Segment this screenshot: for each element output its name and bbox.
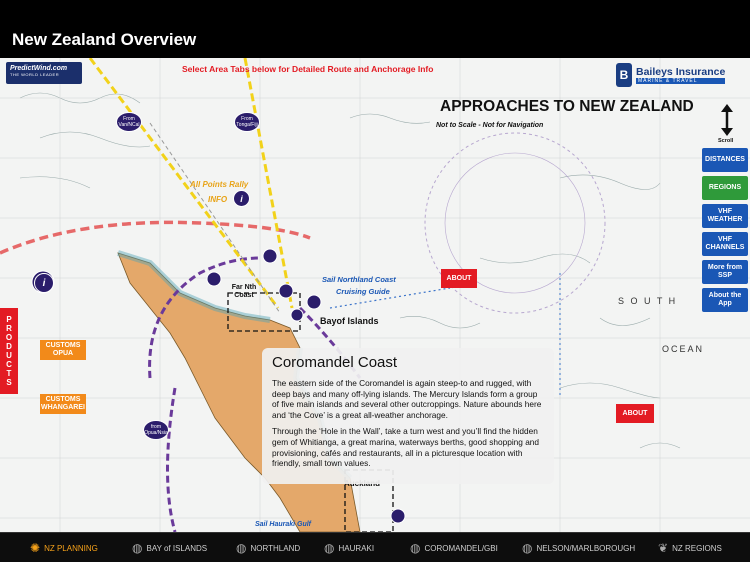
popup-title: Coromandel Coast bbox=[272, 354, 398, 371]
tab-label: BAY of ISLANDS bbox=[146, 543, 208, 553]
from-opua-pin[interactable]: from Opua/Nsia bbox=[143, 420, 169, 440]
baileys-logo-text: Baileys Insurance bbox=[636, 66, 726, 78]
popup-paragraph: Through the ‘Hole in the Wall’, take a t… bbox=[272, 426, 540, 469]
globe-icon: ◍ bbox=[324, 541, 335, 555]
predictwind-logo[interactable]: PredictWind.com THE WORLD LEADER bbox=[6, 62, 82, 84]
globe-icon: ◍ bbox=[410, 541, 421, 555]
globe-icon: ◍ bbox=[522, 541, 533, 555]
tab-label: NZ PLANNING bbox=[44, 543, 98, 553]
tab-nz-regions[interactable]: ❦ NZ REGIONS bbox=[658, 533, 722, 562]
products-letter: T bbox=[6, 369, 12, 378]
distances-button[interactable]: DISTANCES bbox=[702, 148, 748, 172]
about-app-button[interactable]: About the App bbox=[702, 288, 748, 312]
globe-icon: ◍ bbox=[132, 541, 143, 555]
baileys-logo-icon: B bbox=[616, 63, 632, 87]
title-bar: New Zealand Overview bbox=[0, 0, 750, 58]
tab-label: HAURAKI bbox=[338, 543, 375, 553]
about-button-1[interactable]: ABOUT bbox=[441, 269, 477, 288]
products-letter: P bbox=[6, 315, 12, 324]
info-icon[interactable]: i bbox=[34, 273, 54, 293]
rally-info-label[interactable]: INFO bbox=[208, 195, 227, 204]
scroll-label: Scroll bbox=[718, 138, 734, 144]
tab-coromandel[interactable]: ◍ COROMANDEL/GBI bbox=[410, 533, 498, 562]
about-button-2[interactable]: ABOUT bbox=[616, 404, 654, 423]
predictwind-logo-text: PredictWind.com bbox=[10, 65, 68, 72]
rally-info-icon[interactable]: i bbox=[233, 190, 250, 207]
products-letter: C bbox=[6, 360, 12, 369]
products-letter: S bbox=[6, 378, 12, 387]
more-from-ssp-button[interactable]: More from SSP bbox=[702, 260, 748, 284]
tab-label: NZ REGIONS bbox=[672, 543, 722, 553]
products-letter: D bbox=[6, 342, 12, 351]
bottom-tab-bar: ✺ NZ PLANNING ◍ BAY of ISLANDS ◍ NORTHLA… bbox=[0, 532, 750, 562]
sail-northland-guide-label[interactable]: Cruising Guide bbox=[336, 287, 390, 296]
area-tab-instruction: Select Area Tabs below for Detailed Rout… bbox=[182, 64, 434, 74]
products-letter: O bbox=[5, 333, 13, 342]
tab-label: NELSON/MARLBOROUGH bbox=[536, 543, 636, 553]
from-tonga-pin[interactable]: From Tonga/Fiji bbox=[234, 112, 260, 132]
products-letter: R bbox=[6, 324, 12, 333]
far-north-label[interactable]: Far Nth Coast bbox=[230, 284, 258, 300]
tab-label: NORTHLAND bbox=[250, 543, 301, 553]
south-label: S O U T H bbox=[618, 296, 678, 306]
customs-whangarei-button[interactable]: CUSTOMS WHANGAREI bbox=[40, 394, 86, 414]
fern-icon: ❦ bbox=[658, 541, 669, 555]
popup-paragraph: The eastern side of the Coromandel is ag… bbox=[272, 378, 542, 420]
sail-northland-label[interactable]: Sail Northland Coast bbox=[322, 275, 396, 284]
sail-hauraki-label[interactable]: Sail Hauraki Gulf bbox=[255, 521, 311, 528]
ocean-label: OCEAN bbox=[662, 344, 705, 354]
tab-hauraki[interactable]: ◍ HAURAKI bbox=[324, 533, 374, 562]
sun-icon: ✺ bbox=[30, 541, 41, 555]
page-title: New Zealand Overview bbox=[12, 30, 197, 49]
vhf-channels-button[interactable]: VHF CHANNELS bbox=[702, 232, 748, 256]
bay-of-islands-label[interactable]: Bayof Islands bbox=[320, 316, 379, 326]
regions-button[interactable]: REGIONS bbox=[702, 176, 748, 200]
region-info-popup[interactable]: Coromandel Coast The eastern side of the… bbox=[262, 348, 554, 484]
tab-label: COROMANDEL/GBI bbox=[424, 543, 498, 553]
rally-label[interactable]: All Points Rally bbox=[190, 180, 248, 189]
tab-bay-of-islands[interactable]: ◍ BAY of ISLANDS bbox=[132, 533, 207, 562]
baileys-logo[interactable]: B Baileys Insurance MARINE & TRAVEL bbox=[616, 60, 748, 90]
tab-nelson-marlborough[interactable]: ◍ NELSON/MARLBOROUGH bbox=[522, 533, 635, 562]
globe-icon: ◍ bbox=[236, 541, 247, 555]
customs-opua-button[interactable]: CUSTOMS OPUA bbox=[40, 340, 86, 360]
baileys-logo-tagline: MARINE & TRAVEL bbox=[636, 78, 726, 84]
products-button[interactable]: P R O D U C T S bbox=[0, 308, 18, 394]
predictwind-logo-tagline: THE WORLD LEADER bbox=[10, 72, 60, 77]
chart-subheading: Not to Scale - Not for Navigation bbox=[436, 122, 544, 129]
tab-nz-planning[interactable]: ✺ NZ PLANNING bbox=[30, 533, 98, 562]
tab-northland[interactable]: ◍ NORTHLAND bbox=[236, 533, 300, 562]
products-letter: U bbox=[6, 351, 12, 360]
vhf-weather-button[interactable]: VHF WEATHER bbox=[702, 204, 748, 228]
chart-heading: APPROACHES TO NEW ZEALAND bbox=[440, 98, 694, 115]
from-vanuatu-pin[interactable]: From Van/NCal bbox=[116, 112, 142, 132]
